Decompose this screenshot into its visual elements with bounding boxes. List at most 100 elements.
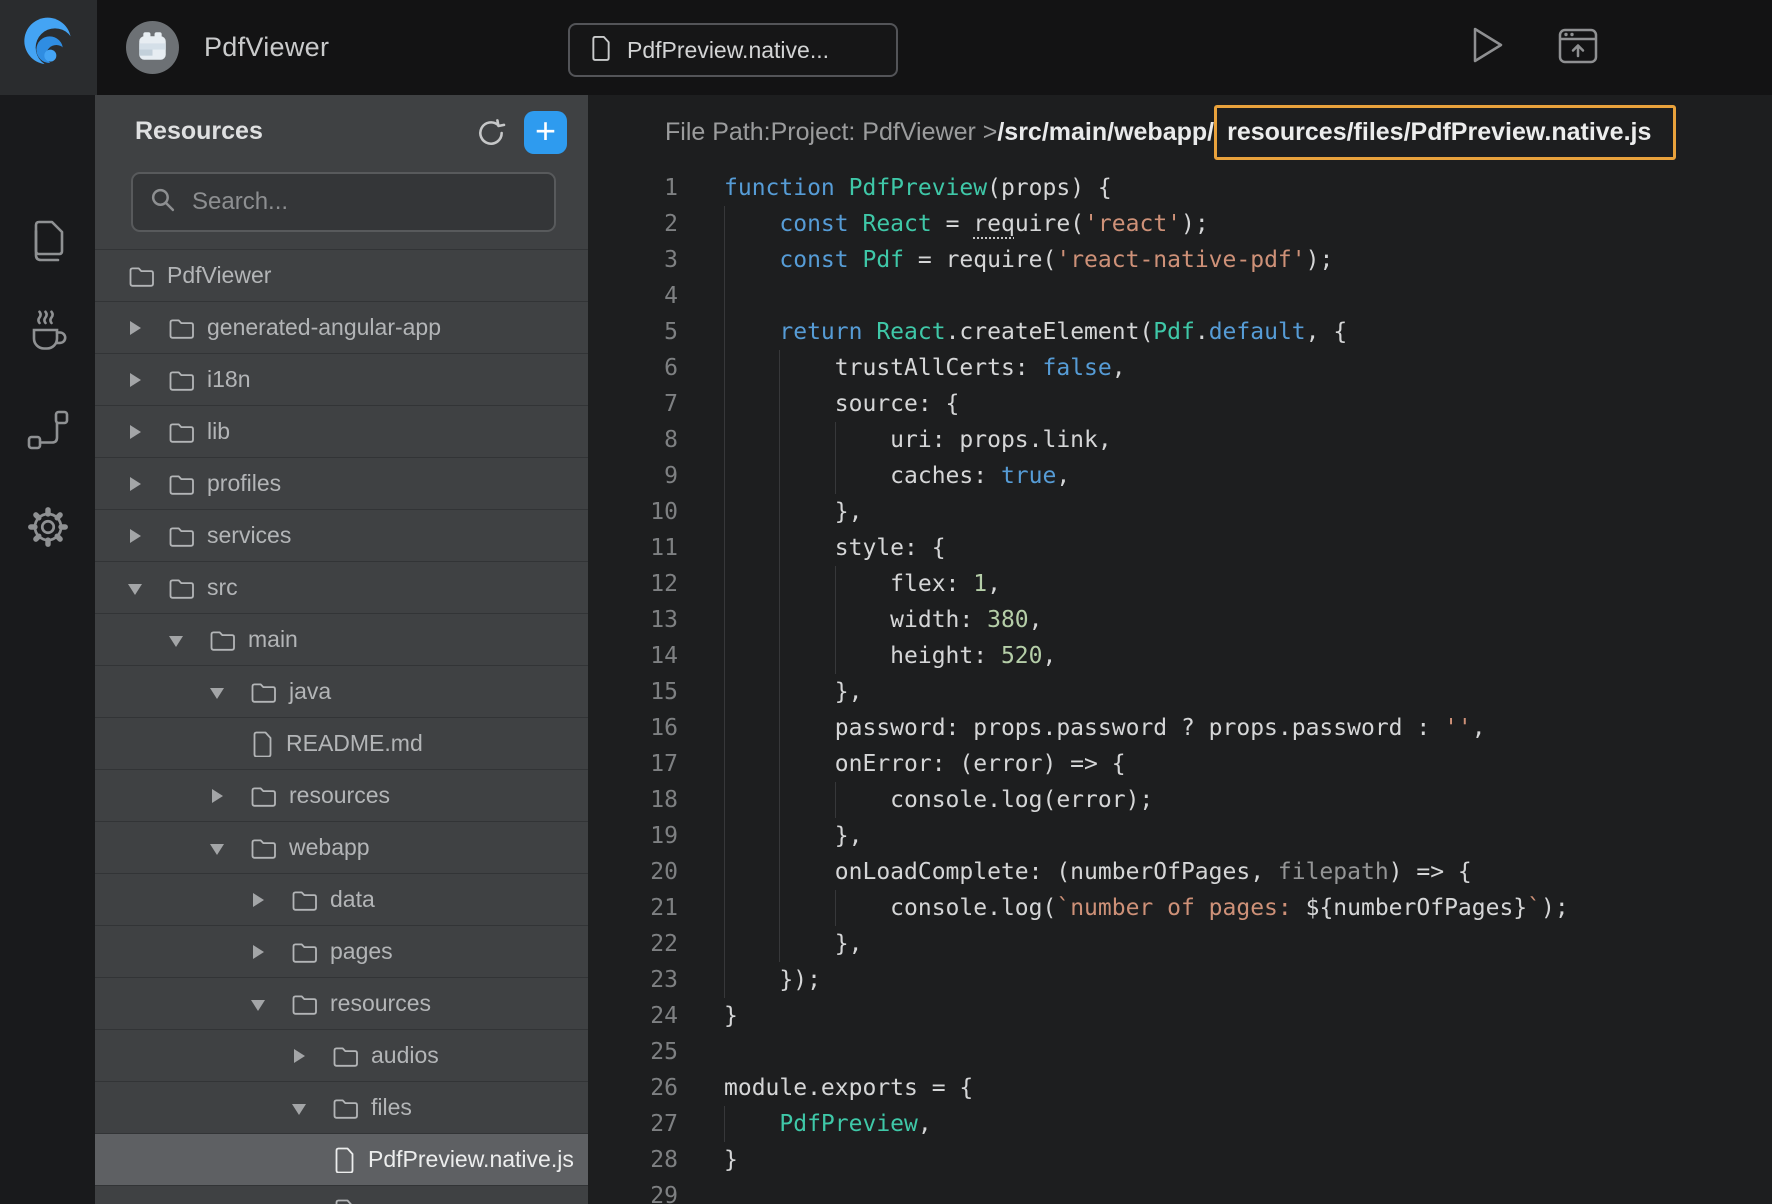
code-line-14[interactable]: 14 height: 520, [588, 638, 1772, 674]
code-line-15[interactable]: 15 }, [588, 674, 1772, 710]
chevron-right-icon[interactable] [128, 424, 142, 440]
code-line-4[interactable]: 4 [588, 278, 1772, 314]
chevron-down-icon[interactable] [251, 996, 265, 1012]
chevron-down-icon[interactable] [128, 580, 142, 596]
code-line-3[interactable]: 3 const Pdf = require('react-native-pdf'… [588, 242, 1772, 278]
line-number: 9 [588, 458, 678, 494]
file-path-project: Project: PdfViewer > [771, 118, 998, 147]
copy-pages-icon[interactable] [24, 215, 72, 265]
line-number: 20 [588, 854, 678, 890]
code-line-25[interactable]: 25 [588, 1034, 1772, 1070]
indent-guide [724, 926, 725, 962]
chevron-right-icon[interactable] [292, 1048, 306, 1064]
code-line-27[interactable]: 27 PdfPreview, [588, 1106, 1772, 1142]
code-line-18[interactable]: 18 console.log(error); [588, 782, 1772, 818]
tree-item-i18n[interactable]: i18n [95, 354, 588, 406]
chevron-down-icon[interactable] [210, 840, 224, 856]
code-line-16[interactable]: 16 password: props.password ? props.pass… [588, 710, 1772, 746]
code-line-23[interactable]: 23 }); [588, 962, 1772, 998]
code-line-21[interactable]: 21 console.log(`number of pages: ${numbe… [588, 890, 1772, 926]
code-line-5[interactable]: 5 return React.createElement(Pdf.default… [588, 314, 1772, 350]
indent-guide [835, 890, 836, 926]
folder-icon [168, 576, 195, 600]
code-line-1[interactable]: 1function PdfPreview(props) { [588, 170, 1772, 206]
tree-item-webapp[interactable]: webapp [95, 822, 588, 874]
indent-guide [724, 818, 725, 854]
tree-item-pages[interactable]: pages [95, 926, 588, 978]
open-in-window-button[interactable] [1557, 25, 1599, 67]
tree-item-lib[interactable]: lib [95, 406, 588, 458]
tree-item-pdfpreview.native.js[interactable]: PdfPreview.native.js [95, 1134, 588, 1186]
code-line-8[interactable]: 8 uri: props.link, [588, 422, 1772, 458]
code-line-20[interactable]: 20 onLoadComplete: (numberOfPages, filep… [588, 854, 1772, 890]
run-button[interactable] [1471, 25, 1505, 65]
code-area[interactable]: 1function PdfPreview(props) {2 const Rea… [588, 170, 1772, 1204]
chevron-right-icon[interactable] [128, 320, 142, 336]
line-number: 6 [588, 350, 678, 386]
line-number: 25 [588, 1034, 678, 1070]
flow-connector-icon[interactable] [25, 407, 71, 453]
code-line-7[interactable]: 7 source: { [588, 386, 1772, 422]
code-line-12[interactable]: 12 flex: 1, [588, 566, 1772, 602]
tree-item-services[interactable]: services [95, 510, 588, 562]
code-line-9[interactable]: 9 caches: true, [588, 458, 1772, 494]
tree-item-data[interactable]: data [95, 874, 588, 926]
code-line-11[interactable]: 11 style: { [588, 530, 1772, 566]
chevron-down-icon[interactable] [292, 1100, 306, 1116]
code-line-26[interactable]: 26module.exports = { [588, 1070, 1772, 1106]
file-icon [590, 34, 612, 66]
indent-guide [724, 314, 725, 350]
code-line-13[interactable]: 13 width: 380, [588, 602, 1772, 638]
code-line-29[interactable]: 29 [588, 1178, 1772, 1204]
add-resource-button[interactable]: + [524, 111, 567, 154]
chevron-right-icon[interactable] [128, 372, 142, 388]
code-line-2[interactable]: 2 const React = require('react'); [588, 206, 1772, 242]
tree-item-files[interactable]: files [95, 1082, 588, 1134]
tree-item-audios[interactable]: audios [95, 1030, 588, 1082]
chevron-down-icon[interactable] [169, 632, 183, 648]
code-line-22[interactable]: 22 }, [588, 926, 1772, 962]
chevron-right-icon[interactable] [210, 788, 224, 804]
tree-item-pdfviewer[interactable]: PdfViewer [95, 250, 588, 302]
indent-guide [779, 602, 780, 638]
tree-item-label: pages [330, 938, 393, 965]
search-input[interactable] [190, 187, 538, 217]
indent-guide [779, 782, 780, 818]
file-icon [333, 1198, 356, 1204]
tree-item-src[interactable]: src [95, 562, 588, 614]
indent-guide [779, 854, 780, 890]
open-file-tab[interactable]: PdfPreview.native... [568, 23, 898, 77]
code-line-24[interactable]: 24} [588, 998, 1772, 1034]
tree-item-label: audios [371, 1042, 439, 1069]
chevron-right-icon[interactable] [128, 528, 142, 544]
tree-item-generated-angular-app[interactable]: generated-angular-app [95, 302, 588, 354]
code-line-19[interactable]: 19 }, [588, 818, 1772, 854]
folder-icon [250, 784, 277, 808]
file-path-base: /src/main/webapp/ [997, 118, 1214, 147]
chevron-down-icon[interactable] [210, 684, 224, 700]
tree-item-readme.md[interactable]: README.md [95, 718, 588, 770]
tree-item-partial[interactable] [95, 1186, 588, 1204]
settings-gear-icon[interactable] [24, 503, 72, 551]
activity-rail [0, 95, 95, 1204]
code-line-10[interactable]: 10 }, [588, 494, 1772, 530]
tree-item-resources[interactable]: resources [95, 770, 588, 822]
code-line-28[interactable]: 28} [588, 1142, 1772, 1178]
chevron-right-icon[interactable] [251, 944, 265, 960]
code-line-6[interactable]: 6 trustAllCerts: false, [588, 350, 1772, 386]
chevron-right-icon[interactable] [251, 892, 265, 908]
chevron-right-icon[interactable] [128, 476, 142, 492]
line-number: 13 [588, 602, 678, 638]
tree-item-resources[interactable]: resources [95, 978, 588, 1030]
search-box[interactable] [131, 172, 556, 232]
coffee-steam-icon[interactable] [23, 307, 73, 357]
tree-item-profiles[interactable]: profiles [95, 458, 588, 510]
refresh-button[interactable] [475, 117, 507, 149]
tree-item-label: files [371, 1094, 412, 1121]
code-line-17[interactable]: 17 onError: (error) => { [588, 746, 1772, 782]
tree-item-label: PdfViewer [167, 262, 271, 289]
tree-item-java[interactable]: java [95, 666, 588, 718]
ide-logo-tile[interactable] [0, 0, 97, 95]
tree-item-main[interactable]: main [95, 614, 588, 666]
indent-guide [835, 602, 836, 638]
